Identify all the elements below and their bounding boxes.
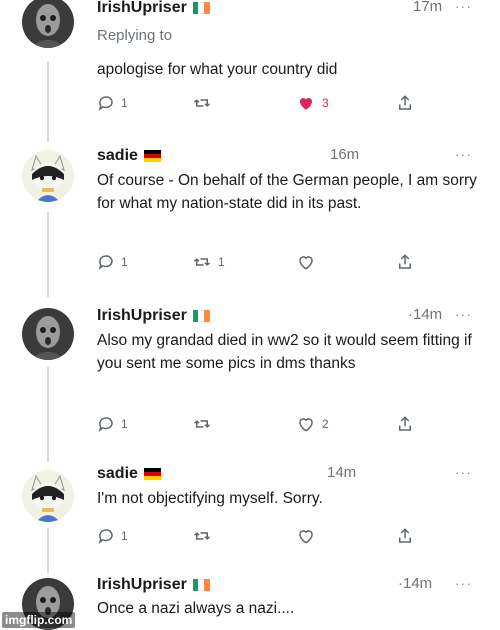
retweet-count: 1: [218, 255, 225, 269]
retweet-button[interactable]: [192, 94, 218, 112]
ireland-flag-icon: [192, 2, 210, 14]
timestamp[interactable]: ·14m: [398, 575, 432, 592]
replying-to: Replying to: [97, 27, 173, 44]
more-icon[interactable]: ···: [455, 306, 472, 322]
tweet[interactable]: IrishUpriser 17m ··· Replying to apologi…: [0, 0, 500, 130]
timestamp[interactable]: 16m: [330, 146, 359, 163]
reply-icon: [98, 529, 113, 544]
share-button[interactable]: [396, 253, 414, 271]
like-count: 3: [322, 96, 329, 110]
heart-icon: [299, 418, 313, 432]
reply-icon: [98, 417, 113, 432]
like-button[interactable]: [296, 253, 322, 271]
avatar[interactable]: [22, 0, 74, 48]
avatar[interactable]: [22, 150, 74, 202]
tweet-text: Once a nazi always a nazi....: [97, 600, 295, 617]
share-icon: [399, 254, 411, 269]
heart-icon: [299, 97, 313, 110]
share-icon: [399, 528, 411, 543]
tweet-text: apologise for what your country did: [97, 61, 338, 78]
like-button[interactable]: 2: [296, 415, 329, 433]
retweet-button[interactable]: 1: [192, 253, 225, 271]
timestamp[interactable]: 14m: [327, 464, 356, 481]
reply-icon: [98, 255, 113, 270]
retweet-button[interactable]: [192, 527, 218, 545]
share-button[interactable]: [396, 527, 414, 545]
tweet-actions: 1 3: [97, 94, 427, 116]
more-icon[interactable]: ···: [455, 146, 472, 162]
retweet-button[interactable]: [192, 415, 218, 433]
avatar[interactable]: [22, 470, 74, 522]
tweet-text: Also my grandad died in ww2 so it would …: [97, 332, 472, 372]
username[interactable]: sadie: [97, 465, 138, 483]
username[interactable]: IrishUpriser: [97, 576, 187, 594]
avatar[interactable]: [22, 308, 74, 360]
username[interactable]: IrishUpriser: [97, 307, 187, 325]
more-icon[interactable]: ···: [455, 0, 472, 14]
germany-flag-icon: [143, 468, 161, 480]
reply-button[interactable]: 1: [97, 415, 128, 433]
reply-count: 1: [121, 529, 128, 543]
retweet-icon: [193, 532, 211, 540]
reply-count: 1: [121, 96, 128, 110]
tweet[interactable]: sadie 16m ··· Of course - On behalf of t…: [0, 145, 500, 285]
share-button[interactable]: [396, 94, 414, 112]
tweet-actions: 1: [97, 527, 427, 549]
tweet-text: Of course - On behalf of the German peop…: [97, 172, 477, 212]
like-button[interactable]: 3: [296, 94, 329, 112]
share-icon: [399, 416, 411, 431]
watermark: imgflip.com: [2, 612, 76, 628]
tweet[interactable]: sadie 14m ··· I'm not objectifying mysel…: [0, 464, 500, 565]
reply-button[interactable]: 1: [97, 527, 128, 545]
retweet-icon: [193, 420, 211, 428]
more-icon[interactable]: ···: [455, 575, 472, 591]
more-icon[interactable]: ···: [455, 464, 472, 480]
tweet-actions: 1 1: [97, 253, 427, 275]
share-icon: [399, 95, 411, 110]
reply-button[interactable]: 1: [97, 94, 128, 112]
reply-button[interactable]: 1: [97, 253, 128, 271]
ireland-flag-icon: [192, 579, 210, 591]
germany-flag-icon: [143, 150, 161, 162]
username[interactable]: IrishUpriser: [97, 0, 187, 17]
timestamp[interactable]: 17m: [413, 0, 442, 15]
tweet[interactable]: IrishUpriser ·14m ··· Also my grandad di…: [0, 305, 500, 445]
heart-icon: [299, 530, 313, 544]
ireland-flag-icon: [192, 310, 210, 322]
timestamp[interactable]: ·14m: [408, 306, 442, 323]
reply-count: 1: [121, 255, 128, 269]
username[interactable]: sadie: [97, 147, 138, 165]
like-count: 2: [322, 417, 329, 431]
retweet-icon: [193, 258, 211, 266]
tweet-actions: 1 2: [97, 415, 427, 437]
reply-icon: [98, 96, 113, 111]
like-button[interactable]: [296, 527, 322, 545]
heart-icon: [299, 256, 313, 270]
retweet-icon: [193, 99, 211, 107]
share-button[interactable]: [396, 415, 414, 433]
reply-count: 1: [121, 417, 128, 431]
tweet-text: I'm not objectifying myself. Sorry.: [97, 490, 323, 507]
